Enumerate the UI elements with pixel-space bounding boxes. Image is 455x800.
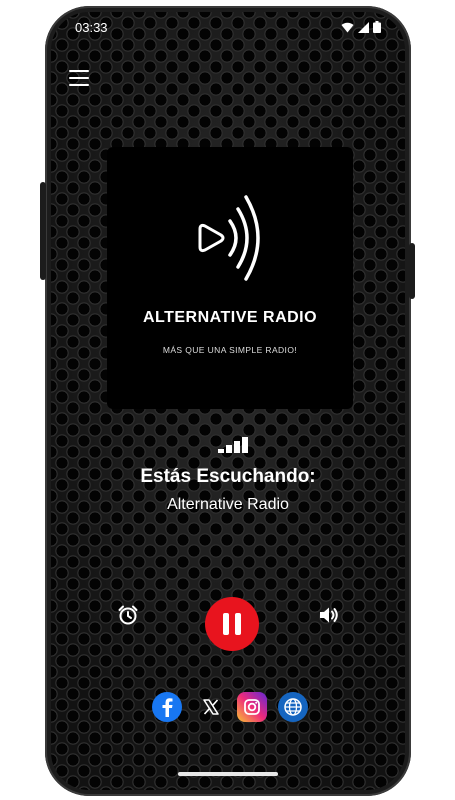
battery-icon xyxy=(373,21,381,33)
facebook-icon xyxy=(162,698,173,717)
facebook-button[interactable] xyxy=(152,692,182,722)
wifi-icon xyxy=(341,22,354,32)
status-bar: 03:33 xyxy=(51,12,405,42)
app-screen: 03:33 ALTERNATIVE RADIO MÁS QUE UNA SIMP… xyxy=(51,12,405,790)
website-button[interactable] xyxy=(278,692,308,722)
alarm-clock-icon[interactable] xyxy=(117,604,139,626)
pause-icon xyxy=(223,613,229,635)
signal-icon xyxy=(358,21,369,33)
phone-side-button-right xyxy=(409,243,415,299)
volume-icon[interactable] xyxy=(317,604,339,626)
instagram-icon xyxy=(244,699,260,715)
play-broadcast-icon xyxy=(198,195,260,281)
instagram-button[interactable] xyxy=(237,692,267,722)
hamburger-menu-icon[interactable] xyxy=(69,70,89,86)
now-playing-station: Alternative Radio xyxy=(167,496,289,513)
globe-icon xyxy=(284,698,302,716)
x-button[interactable] xyxy=(196,692,226,722)
home-indicator[interactable] xyxy=(178,772,278,776)
signal-bars-icon xyxy=(218,437,248,453)
pause-button[interactable] xyxy=(205,597,259,651)
album-art: ALTERNATIVE RADIO MÁS QUE UNA SIMPLE RAD… xyxy=(107,147,353,409)
album-tagline: MÁS QUE UNA SIMPLE RADIO! xyxy=(162,345,298,355)
phone-frame: 03:33 ALTERNATIVE RADIO MÁS QUE UNA SIMP… xyxy=(45,6,411,796)
x-icon xyxy=(203,699,219,715)
status-icons xyxy=(341,21,381,33)
now-playing-title: Estás Escuchando: xyxy=(140,466,316,487)
status-time: 03:33 xyxy=(75,19,108,35)
album-station-name: ALTERNATIVE RADIO xyxy=(142,309,318,326)
phone-side-button-left xyxy=(40,182,46,280)
